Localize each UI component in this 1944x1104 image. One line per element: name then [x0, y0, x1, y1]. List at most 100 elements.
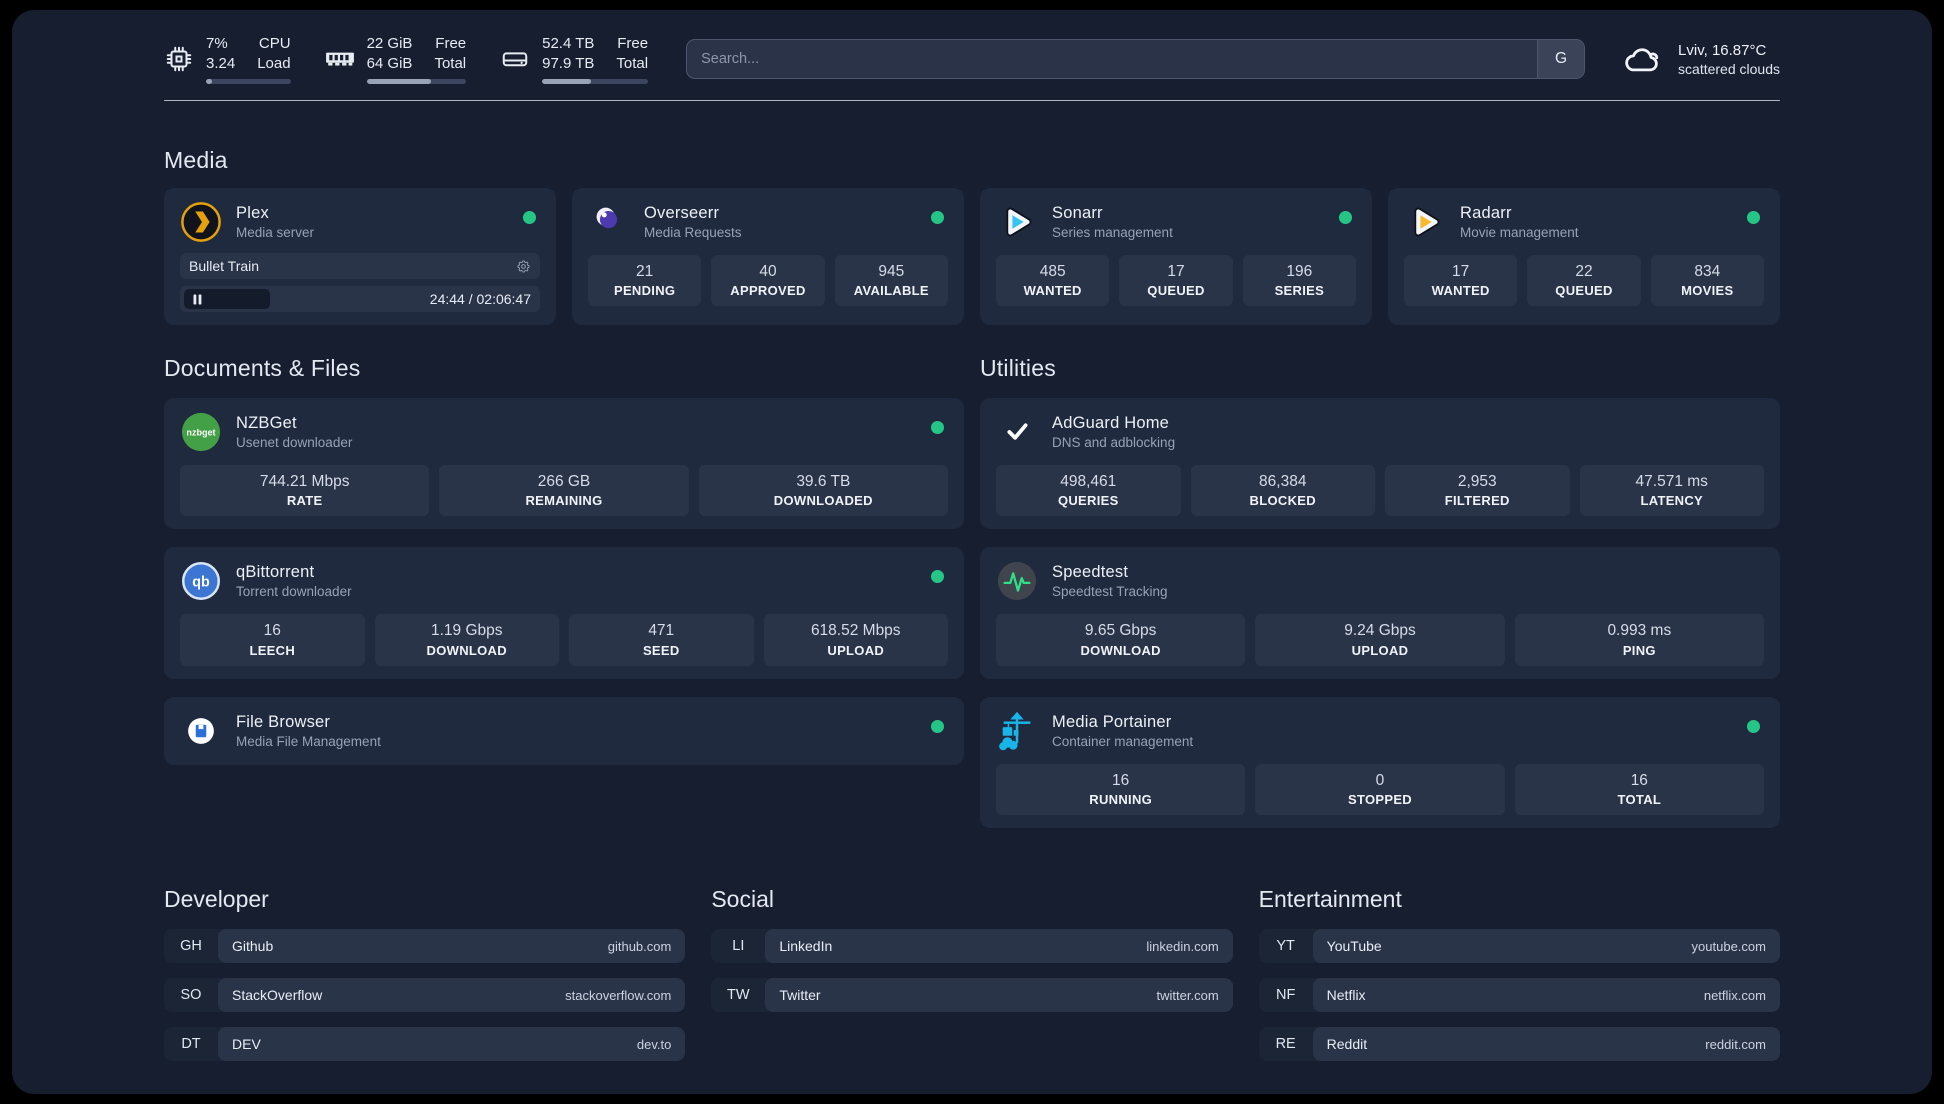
stat-block: 17 QUEUED	[1119, 255, 1233, 307]
stat-block: 834 MOVIES	[1650, 255, 1764, 307]
service-card-plex[interactable]: Plex Media server Bullet Train 24:44 / 0…	[164, 188, 556, 326]
stat-label: PENDING	[613, 283, 676, 299]
stat-value: 9.65 Gbps	[1084, 622, 1157, 640]
service-subtitle: Movie management	[1460, 225, 1579, 241]
header-divider	[164, 99, 1780, 102]
service-icon-slot	[180, 201, 222, 243]
stat-label: AVAILABLE	[853, 283, 929, 299]
speedtest-icon	[997, 562, 1037, 601]
cloud-icon	[1625, 48, 1659, 72]
bookmark-item-stackoverflow[interactable]: SO StackOverflow stackoverflow.com	[164, 978, 686, 1013]
service-card-overseerr[interactable]: Overseerr Media Requests 21 PENDING 40 A…	[572, 188, 964, 326]
stat-block: 16 TOTAL	[1514, 763, 1764, 816]
utilities-cards: AdGuard Home DNS and adblocking 498,461 …	[980, 398, 1780, 829]
stat-block: 40 APPROVED	[711, 255, 825, 307]
bookmark-item-netflix[interactable]: NF Netflix netflix.com	[1258, 978, 1780, 1013]
stat-block: 22 QUEUED	[1527, 255, 1641, 307]
nzbget-icon: nzbget	[181, 413, 221, 452]
stat-value: 485	[1039, 263, 1066, 281]
service-stats: 16 RUNNING 0 STOPPED 16 TOTAL	[996, 763, 1764, 816]
playback-time: 24:44 / 02:06:47	[429, 291, 531, 308]
stat-block: 471 SEED	[569, 614, 754, 666]
stat-label: DOWNLOAD	[1080, 642, 1161, 658]
stat-label: DOWNLOAD	[426, 642, 507, 658]
pause-icon	[193, 294, 202, 305]
section-heading-utilities: Utilities	[980, 355, 1056, 382]
cpu-progress-bar	[206, 78, 291, 84]
stat-block: 1.19 Gbps DOWNLOAD	[374, 614, 559, 666]
now-playing-widget: Bullet Train 24:44 / 02:06:47	[180, 253, 540, 313]
service-card-speedtest[interactable]: Speedtest Speedtest Tracking 9.65 Gbps D…	[980, 547, 1780, 679]
bookmark-item-twitter[interactable]: TW Twitter twitter.com	[711, 978, 1233, 1013]
disk-icon	[502, 52, 528, 67]
stat-value: 17	[1167, 263, 1185, 281]
stat-block: 47.571 ms LATENCY	[1579, 465, 1764, 517]
stat-label: RUNNING	[1089, 792, 1153, 808]
search-provider-button[interactable]: G	[1537, 39, 1585, 78]
service-card-portainer[interactable]: Media Portainer Container management 16 …	[980, 696, 1780, 829]
bookmark-group-social: Social LI LinkedIn linkedin.com TW Twitt…	[711, 886, 1233, 1076]
bookmark-item-dev[interactable]: DT DEV dev.to	[164, 1027, 686, 1062]
stat-value: 471	[648, 622, 675, 640]
dashboard-panel: 7% 3.24 CPU Load 22 GiB 64 GiB Free Tota…	[12, 10, 1932, 1094]
service-card-filebrowser[interactable]: File Browser Media File Management	[164, 696, 964, 765]
search-input[interactable]	[687, 50, 1538, 67]
service-card-nzbget[interactable]: nzbget NZBGet Usenet downloader 744.21 M…	[164, 398, 964, 530]
stat-value: 1.19 Gbps	[430, 622, 503, 640]
service-icon-slot	[1404, 201, 1446, 243]
bookmark-group-heading: Developer	[164, 886, 269, 913]
status-online-dot	[931, 719, 944, 733]
stat-label: BLOCKED	[1249, 493, 1316, 509]
service-title: Media Portainer	[1052, 712, 1172, 731]
weather-widget: Lviv, 16.87°C scattered clouds	[1623, 41, 1780, 77]
cpu-load-value: 3.24	[206, 54, 236, 72]
settings-gear-icon[interactable]	[516, 259, 531, 274]
stat-value: 40	[759, 263, 777, 281]
service-title: Radarr	[1460, 204, 1512, 223]
bookmark-url: youtube.com	[1691, 938, 1766, 954]
service-title: Speedtest	[1052, 563, 1129, 582]
bookmark-item-linkedin[interactable]: LI LinkedIn linkedin.com	[711, 929, 1233, 964]
sonarr-icon	[1006, 207, 1032, 237]
bookmark-group-entertainment: Entertainment YT YouTube youtube.com NF …	[1258, 886, 1780, 1076]
bookmark-url: netflix.com	[1703, 987, 1766, 1003]
disk-total-value: 97.9 TB	[542, 54, 595, 72]
bookmark-item-reddit[interactable]: RE Reddit reddit.com	[1258, 1027, 1780, 1062]
plex-icon	[181, 202, 221, 242]
stat-block: 16 RUNNING	[996, 763, 1246, 816]
service-card-sonarr[interactable]: Sonarr Series management 485 WANTED 17 Q…	[980, 188, 1372, 326]
stat-label: QUERIES	[1057, 493, 1119, 509]
bookmark-group-heading: Entertainment	[1258, 886, 1402, 913]
service-card-qbittorrent[interactable]: qb qBittorrent Torrent downloader 16 LEE…	[164, 547, 964, 679]
stat-block: 744.21 Mbps RATE	[180, 465, 430, 517]
stat-label: UPLOAD	[827, 642, 885, 658]
stat-label: QUEUED	[1555, 283, 1613, 299]
bookmark-item-youtube[interactable]: YT YouTube youtube.com	[1258, 929, 1780, 964]
bookmark-name: StackOverflow	[232, 987, 323, 1004]
bookmark-list: GH Github github.com SO StackOverflow st…	[164, 929, 686, 1062]
stat-value: 744.21 Mbps	[259, 473, 350, 491]
service-icon-slot	[996, 710, 1038, 752]
stat-label: REMAINING	[525, 493, 603, 509]
bookmark-item-github[interactable]: GH Github github.com	[164, 929, 686, 964]
stat-value: 22	[1575, 263, 1593, 281]
memory-free-value: 22 GiB	[366, 35, 413, 52]
stat-block: 945 AVAILABLE	[834, 255, 948, 307]
bookmark-url: github.com	[607, 938, 672, 954]
stat-value: 16	[263, 622, 281, 640]
stat-value: 945	[878, 263, 905, 281]
memory-total-label: Total	[434, 54, 467, 72]
service-card-radarr[interactable]: Radarr Movie management 17 WANTED 22 QUE…	[1388, 188, 1780, 326]
bookmark-name: LinkedIn	[779, 938, 833, 955]
stat-value: 0.993 ms	[1607, 622, 1672, 640]
stat-block: 2,953 FILTERED	[1385, 465, 1570, 517]
bookmark-name: YouTube	[1326, 938, 1382, 955]
stat-value: 834	[1694, 263, 1721, 281]
stat-value: 16	[1112, 771, 1130, 789]
service-stats: 16 LEECH 1.19 Gbps DOWNLOAD 471 SEED 618…	[180, 614, 948, 666]
memory-free-label: Free	[435, 35, 467, 52]
service-card-adguard[interactable]: AdGuard Home DNS and adblocking 498,461 …	[980, 398, 1780, 530]
stat-value: 16	[1630, 771, 1648, 789]
stat-block: 0.993 ms PING	[1514, 614, 1764, 666]
disk-free-value: 52.4 TB	[542, 35, 595, 52]
